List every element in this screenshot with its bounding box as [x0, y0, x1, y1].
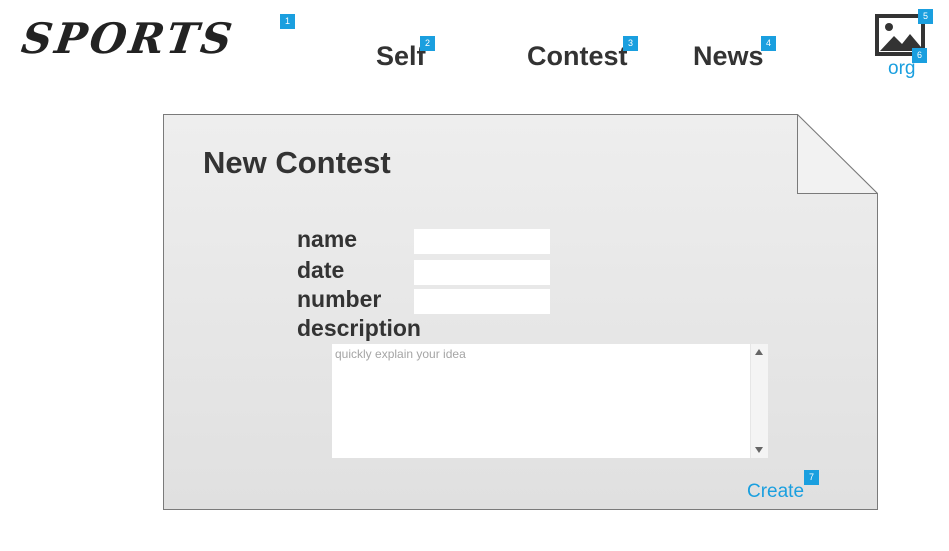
date-label: date [297, 257, 345, 283]
name-label: name [297, 226, 358, 252]
nav-news[interactable]: News [693, 43, 764, 70]
badge-6: 6 [912, 48, 927, 63]
page-fold-corner [797, 114, 878, 194]
badge-7: 7 [804, 470, 819, 485]
textarea-scrollbar[interactable] [750, 344, 768, 458]
create-button[interactable]: Create [747, 482, 804, 501]
page-title: New Contest [203, 145, 391, 180]
badge-3: 3 [623, 36, 638, 51]
new-contest-panel: New Contest name date number description… [163, 114, 878, 510]
description-textarea[interactable] [332, 344, 750, 458]
sports-logo: SPORTS [18, 14, 238, 63]
description-label: description [297, 315, 421, 341]
number-label: number [297, 286, 382, 312]
description-box [332, 344, 768, 458]
number-field[interactable] [414, 289, 550, 314]
badge-5: 5 [918, 9, 933, 24]
name-field[interactable] [414, 229, 550, 254]
badge-4: 4 [761, 36, 776, 51]
badge-1: 1 [280, 14, 295, 29]
date-field[interactable] [414, 260, 550, 285]
badge-2: 2 [420, 36, 435, 51]
nav-contest[interactable]: Contest [527, 43, 628, 70]
nav-self[interactable]: Self [376, 43, 426, 70]
triangle-up-icon[interactable] [755, 349, 763, 355]
triangle-down-icon[interactable] [755, 447, 763, 453]
